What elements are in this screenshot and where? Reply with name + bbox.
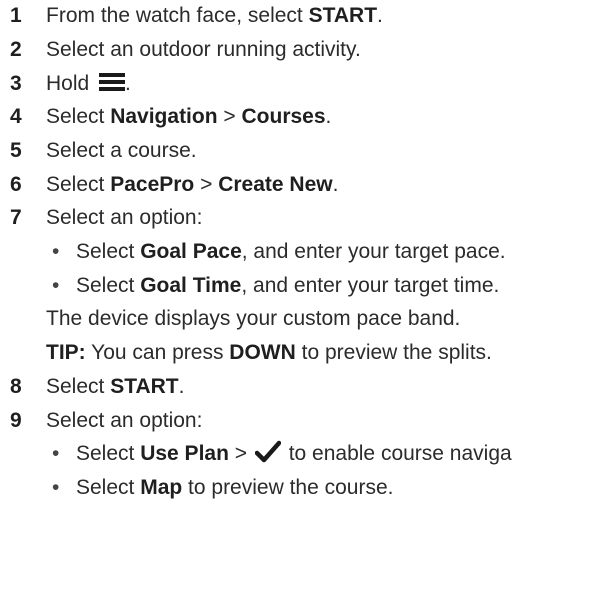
step-number: 2 — [10, 38, 22, 61]
step-number: 6 — [10, 173, 22, 196]
bullet: • — [52, 476, 60, 499]
option-text: Select Map to preview the course. — [76, 476, 394, 499]
step-text: Select an outdoor running activity. — [46, 38, 361, 61]
result-text: The device displays your custom pace ban… — [46, 307, 461, 330]
step-number: 9 — [10, 409, 22, 432]
step-number: 8 — [10, 375, 22, 398]
menu-icon — [99, 72, 126, 92]
option-text: Select Goal Pace, and enter your target … — [76, 240, 506, 263]
step-text: Hold . — [46, 72, 131, 95]
bullet: • — [52, 442, 60, 465]
instruction-steps: 1 From the watch face, select START. 2 S… — [0, 0, 610, 594]
tip-text: TIP: You can press DOWN to preview the s… — [46, 341, 492, 364]
bullet: • — [52, 274, 60, 297]
step-number: 4 — [10, 105, 22, 128]
step-text: Select PacePro > Create New. — [46, 173, 339, 196]
step-text: Select START. — [46, 375, 185, 398]
step-number: 7 — [10, 206, 22, 229]
step-text: Select an option: — [46, 206, 203, 229]
option-text: Select Goal Time, and enter your target … — [76, 274, 500, 297]
option-text: Select Use Plan > to enable course navig… — [76, 440, 512, 465]
step-text: Select Navigation > Courses. — [46, 105, 332, 128]
step-number: 1 — [10, 4, 22, 27]
step-text: Select an option: — [46, 409, 203, 432]
step-text: Select a course. — [46, 139, 197, 162]
step-text: From the watch face, select START. — [46, 4, 383, 27]
bullet: • — [52, 240, 60, 263]
step-number: 5 — [10, 139, 22, 162]
checkmark-icon — [254, 440, 282, 464]
step-number: 3 — [10, 72, 22, 95]
